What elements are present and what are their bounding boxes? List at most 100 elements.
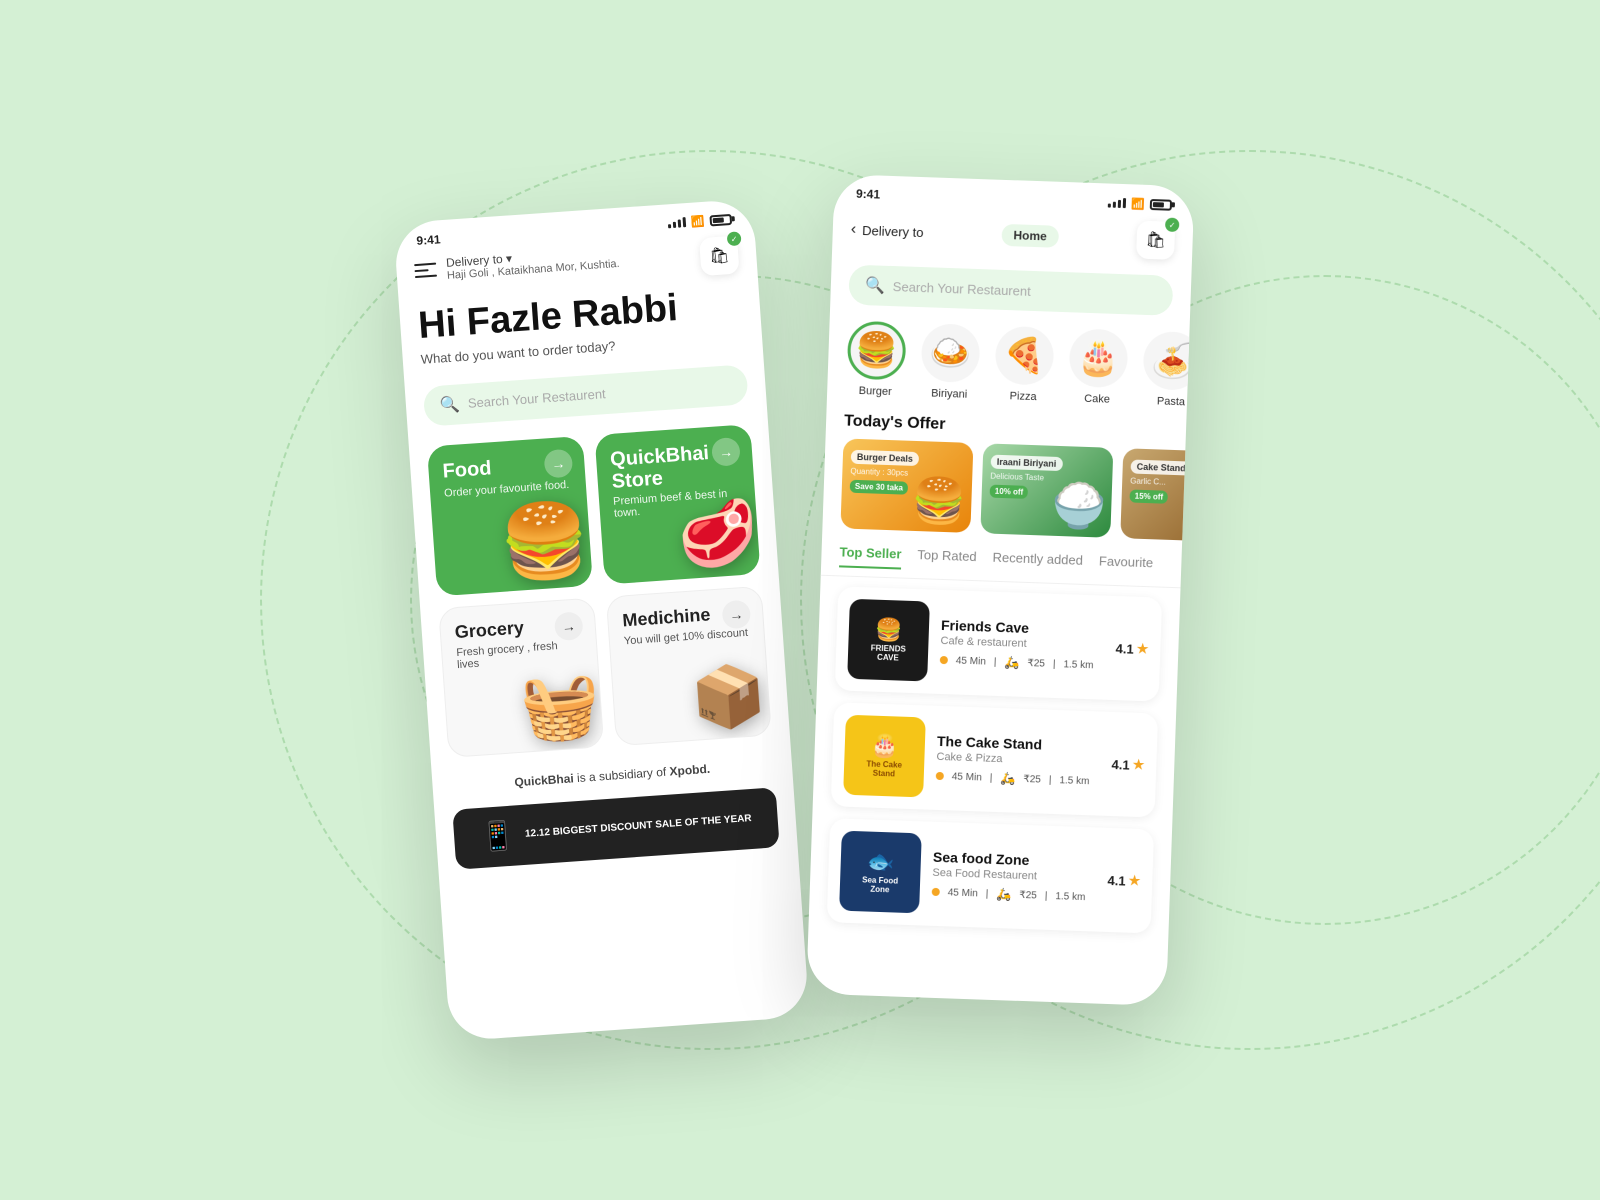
cake-stand-info: The Cake Stand Cake & Pizza 45 Min | 🛵 ₹… bbox=[936, 733, 1101, 789]
wifi-icon-right: 📶 bbox=[1131, 197, 1145, 210]
friends-cave-dist: 1.5 km bbox=[1063, 659, 1093, 671]
wifi-icon: 📶 bbox=[691, 214, 706, 228]
category-cake-img: 🎂 bbox=[1069, 328, 1129, 388]
search-placeholder-left: Search Your Restaurent bbox=[467, 386, 606, 411]
offer-biriyani-save: 10% off bbox=[990, 485, 1029, 499]
pizza-emoji: 🍕 bbox=[1003, 335, 1047, 376]
friends-cave-rating: 4.1 ★ bbox=[1115, 640, 1148, 657]
restaurant-list: 🍔 FRIENDS CAVE Friends Cave Cafe & resta… bbox=[808, 576, 1181, 956]
cake-stand-cost: ₹25 bbox=[1023, 773, 1041, 785]
search-icon-left: 🔍 bbox=[439, 394, 460, 415]
category-pizza-img: 🍕 bbox=[995, 326, 1055, 386]
pipe5: | bbox=[986, 888, 989, 899]
restaurant-friends-cave[interactable]: 🍔 FRIENDS CAVE Friends Cave Cafe & resta… bbox=[835, 586, 1162, 701]
cart-button[interactable]: 🛍 ✓ bbox=[699, 236, 740, 277]
cake-stand-logo: 🎂 The Cake Stand bbox=[843, 715, 926, 798]
phone-right: 9:41 📶 ‹ Delivery to Home bbox=[806, 174, 1194, 1006]
seafood-cost: ₹25 bbox=[1019, 889, 1037, 901]
category-pizza-label: Pizza bbox=[1009, 390, 1036, 403]
category-pasta-img: 🍝 bbox=[1142, 331, 1189, 391]
delivery-to-label[interactable]: Delivery to bbox=[862, 222, 924, 239]
time-dot bbox=[940, 656, 948, 664]
pipe2: | bbox=[1053, 658, 1056, 669]
friends-cave-cost: ₹25 bbox=[1027, 657, 1045, 669]
time-right: 9:41 bbox=[856, 187, 881, 202]
time-dot3 bbox=[932, 888, 940, 896]
category-burger[interactable]: 🍔 Burger bbox=[845, 321, 908, 399]
restaurant-cake-stand[interactable]: 🎂 The Cake Stand The Cake Stand Cake & P… bbox=[831, 702, 1158, 817]
category-burger-img: 🍔 bbox=[847, 321, 907, 381]
cart-button-right[interactable]: 🛍 ✓ bbox=[1136, 221, 1175, 260]
star-icon2: ★ bbox=[1132, 757, 1144, 773]
biriyani-emoji: 🍛 bbox=[929, 332, 973, 373]
medicine-card[interactable]: → Medichine You will get 10% discount 📦 bbox=[606, 586, 772, 747]
category-cake[interactable]: 🎂 Cake bbox=[1067, 328, 1130, 406]
tab-recently-added[interactable]: Recently added bbox=[992, 550, 1083, 576]
pipe6: | bbox=[1045, 890, 1048, 901]
menu-button[interactable] bbox=[414, 263, 437, 279]
restaurant-seafood[interactable]: 🐟 Sea Food Zone Sea food Zone Sea Food R… bbox=[827, 818, 1154, 933]
offer-biriyani[interactable]: Iraani Biriyani Delicious Taste 10% off … bbox=[980, 443, 1113, 537]
search-placeholder-right: Search Your Restaurent bbox=[893, 279, 1031, 299]
star-icon: ★ bbox=[1136, 641, 1148, 657]
offer-cake-save: 15% off bbox=[1129, 489, 1168, 503]
status-icons-left: 📶 bbox=[668, 212, 732, 229]
pipe4: | bbox=[1049, 774, 1052, 785]
seafood-info: Sea food Zone Sea Food Restaurent 45 Min… bbox=[932, 849, 1097, 905]
offer-burger-label: Burger Deals bbox=[851, 450, 919, 466]
friends-cave-meta: 45 Min | 🛵 ₹25 | 1.5 km bbox=[940, 653, 1104, 673]
store-emoji: 🥩 bbox=[675, 494, 760, 574]
battery-icon bbox=[709, 213, 732, 226]
bike-icon3: 🛵 bbox=[996, 887, 1011, 902]
category-biriyani[interactable]: 🍛 Biriyani bbox=[919, 323, 982, 401]
tab-top-rated[interactable]: Top Rated bbox=[917, 547, 977, 572]
sale-text: 12.12 BIGGEST DISCOUNT SALE OF THE YEAR bbox=[525, 813, 752, 840]
footer-parent: Xpobd. bbox=[669, 762, 711, 779]
category-biriyani-label: Biriyani bbox=[931, 387, 967, 400]
time-dot2 bbox=[936, 772, 944, 780]
bike-icon: 🛵 bbox=[1004, 655, 1019, 670]
tab-top-seller[interactable]: Top Seller bbox=[839, 544, 902, 569]
cart-icon-right: 🛍 bbox=[1145, 230, 1166, 251]
pipe3: | bbox=[990, 772, 993, 783]
offers-row: Burger Deals Quantity : 30pcs Save 30 ta… bbox=[822, 438, 1185, 553]
burger-emoji: 🍔 bbox=[855, 330, 899, 371]
tab-favourite[interactable]: Favourite bbox=[1098, 553, 1153, 578]
offer-cake-label: Cake Stand bbox=[1130, 459, 1185, 475]
phone-left: 9:41 📶 Deliver bbox=[393, 198, 809, 1041]
location-badge[interactable]: Home bbox=[1001, 224, 1059, 248]
grocery-card-sub: Fresh grocery , fresh lives bbox=[456, 639, 583, 672]
offer-biriyani-emoji: 🍚 bbox=[1051, 479, 1108, 533]
category-pasta[interactable]: 🍝 Pasta bbox=[1141, 331, 1190, 409]
cart-badge-right: ✓ bbox=[1165, 218, 1179, 232]
category-burger-label: Burger bbox=[858, 385, 891, 398]
food-card[interactable]: → Food Order your favourite food. 🍔 bbox=[427, 436, 593, 597]
footer-sub: is a subsidiary of bbox=[577, 764, 670, 784]
offer-cake[interactable]: Cake Stand Garlic C... 15% off 🎂 bbox=[1120, 448, 1185, 542]
offer-biriyani-label: Iraani Biriyani bbox=[991, 455, 1063, 471]
category-cards: → Food Order your favourite food. 🍔 → Qu… bbox=[408, 411, 791, 771]
cake-stand-rating: 4.1 ★ bbox=[1111, 756, 1144, 773]
cake-stand-meta: 45 Min | 🛵 ₹25 | 1.5 km bbox=[936, 769, 1100, 789]
signal-icon bbox=[668, 217, 687, 228]
time-left: 9:41 bbox=[416, 232, 441, 248]
search-icon-right: 🔍 bbox=[865, 275, 886, 296]
cake-stand-time: 45 Min bbox=[952, 771, 982, 783]
offer-burger[interactable]: Burger Deals Quantity : 30pcs Save 30 ta… bbox=[840, 438, 973, 532]
seafood-meta: 45 Min | 🛵 ₹25 | 1.5 km bbox=[932, 885, 1096, 905]
seafood-logo: 🐟 Sea Food Zone bbox=[839, 831, 922, 914]
cart-badge: ✓ bbox=[727, 231, 742, 246]
offer-cake-sub: Garlic C... bbox=[1130, 476, 1185, 489]
search-bar-right[interactable]: 🔍 Search Your Restaurent bbox=[848, 265, 1173, 316]
cart-icon: 🛍 bbox=[708, 245, 730, 266]
grocery-card[interactable]: → Grocery Fresh grocery , fresh lives 🧺 bbox=[438, 597, 604, 758]
sale-emoji: 📱 bbox=[479, 819, 516, 854]
store-card[interactable]: → QuickBhai Store Premium beef & best in… bbox=[594, 424, 760, 585]
grocery-emoji: 🧺 bbox=[518, 666, 603, 746]
food-emoji: 🍔 bbox=[497, 495, 592, 586]
category-pizza[interactable]: 🍕 Pizza bbox=[993, 326, 1056, 404]
medicine-emoji: 📦 bbox=[689, 659, 768, 735]
phones-container: 9:41 📶 Deliver bbox=[420, 190, 1180, 1010]
back-chevron-icon[interactable]: ‹ bbox=[851, 221, 857, 239]
friends-cave-info: Friends Cave Cafe & restaurent 45 Min | … bbox=[940, 617, 1105, 673]
